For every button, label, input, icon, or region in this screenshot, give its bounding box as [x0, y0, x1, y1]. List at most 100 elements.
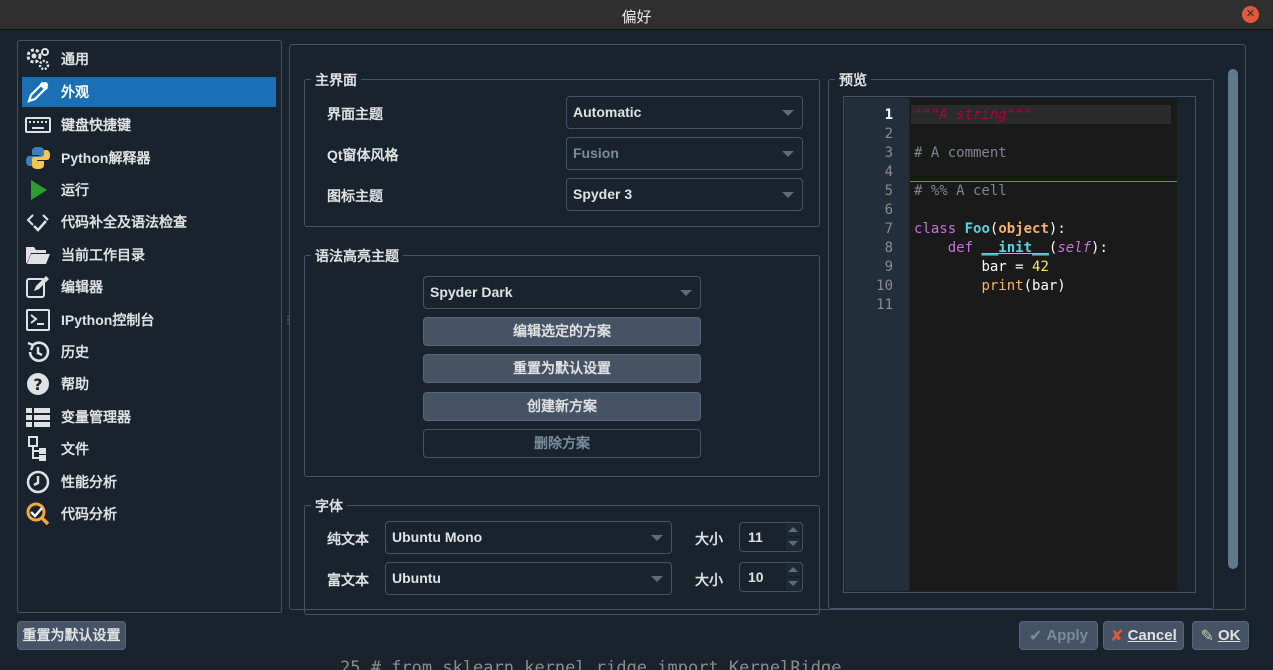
svg-text:?: ? — [33, 375, 42, 394]
sidebar-item-ipython-console[interactable]: IPython控制台 — [22, 305, 276, 335]
spin-down-icon[interactable] — [786, 578, 800, 590]
sidebar-item-label: 代码补全及语法检查 — [61, 214, 187, 230]
spin-up-icon[interactable] — [786, 564, 800, 576]
gears-icon — [25, 46, 51, 72]
python-icon — [25, 145, 51, 171]
sidebar-item-label: 当前工作目录 — [61, 247, 145, 263]
title-bar: 偏好 ✕ — [0, 0, 1273, 30]
sidebar-item-appearance[interactable]: 外观 — [22, 77, 276, 107]
splitter-handle[interactable]: ⋮ — [283, 315, 293, 331]
history-icon — [25, 339, 51, 365]
create-scheme-button[interactable]: 创建新方案 — [423, 392, 701, 421]
code-line-comment: # A comment — [914, 145, 1007, 161]
code-args: (bar) — [1023, 278, 1066, 294]
sidebar-item-files[interactable]: 文件 — [22, 434, 276, 464]
help-icon: ? — [25, 371, 51, 397]
close-icon[interactable]: ✕ — [1242, 6, 1259, 23]
sidebar-item-run[interactable]: 运行 — [22, 175, 276, 205]
code-keyword: def — [947, 240, 974, 256]
icon-theme-select[interactable]: Spyder 3 — [566, 178, 803, 211]
syntax-theme-group: 语法高亮主题 Spyder Dark 编辑选定的方案 重置为默认设置 创建新方案… — [304, 246, 820, 477]
sidebar-item-label: 代码分析 — [61, 506, 117, 522]
qt-style-select: Fusion — [566, 137, 803, 170]
sidebar-item-code-analysis[interactable]: 代码分析 — [22, 499, 276, 529]
spin-down-icon[interactable] — [786, 538, 800, 550]
icon-theme-value: Spyder 3 — [573, 186, 633, 202]
chevron-down-icon — [782, 151, 794, 157]
sidebar-item-help[interactable]: ? 帮助 — [22, 369, 276, 399]
sidebar-item-label: 编辑器 — [61, 279, 103, 295]
sidebar-item-general[interactable]: 通用 — [22, 44, 276, 74]
code-line-string: """A string""" — [914, 107, 1033, 123]
cancel-icon: ✘ — [1110, 627, 1124, 645]
sidebar-item-profiler[interactable]: 性能分析 — [22, 467, 276, 497]
line-number: 9 — [884, 259, 893, 275]
sidebar-item-label: 性能分析 — [61, 474, 117, 490]
line-number: 7 — [884, 221, 893, 237]
sidebar-item-completion-linting[interactable]: 代码补全及语法检查 — [22, 207, 276, 237]
cancel-button[interactable]: ✘ Cancel — [1103, 621, 1184, 650]
plain-text-label: 纯文本 — [327, 531, 369, 547]
check-icon: ✔ — [1028, 627, 1043, 645]
code-line-def: def __init__(self): — [947, 240, 1108, 256]
code-class-name: Foo — [964, 221, 990, 237]
sidebar-item-editor[interactable]: 编辑器 — [22, 272, 276, 302]
line-number: 1 — [884, 107, 893, 123]
line-number: 6 — [884, 202, 893, 218]
code-line-print: print(bar) — [914, 278, 1066, 294]
icon-theme-label: 图标主题 — [327, 188, 383, 204]
code-line-class: class Foo(object): — [914, 221, 1066, 237]
sidebar-item-label: 变量管理器 — [61, 409, 131, 425]
delete-scheme-button: 删除方案 — [423, 429, 701, 458]
reset-defaults-button[interactable]: 重置为默认设置 — [17, 621, 126, 650]
table-list-icon — [25, 404, 51, 430]
rich-size-value: 10 — [748, 569, 764, 585]
sidebar-item-label: 通用 — [61, 51, 89, 67]
sidebar-item-label: 帮助 — [61, 376, 89, 392]
window-title: 偏好 — [621, 9, 652, 26]
edit-icon — [25, 274, 51, 300]
chevron-down-icon — [680, 290, 692, 296]
code-check-icon — [25, 209, 51, 235]
folder-open-icon — [25, 242, 51, 268]
qt-style-label: Qt窗体风格 — [327, 147, 399, 163]
line-number: 10 — [876, 278, 893, 294]
rich-font-select[interactable]: Ubuntu — [385, 562, 672, 595]
preferences-scrollbar[interactable] — [1225, 69, 1241, 599]
fonts-group: 字体 纯文本 Ubuntu Mono 大小 11 富文本 Ubuntu 大小 1… — [304, 496, 820, 615]
scrollbar-thumb[interactable] — [1228, 69, 1238, 569]
code-analysis-icon — [25, 501, 51, 527]
line-number-gutter: 1 2 3 4 5 6 7 8 9 10 11 — [845, 98, 909, 591]
sidebar-item-label: 运行 — [61, 182, 89, 198]
rich-size-label: 大小 — [695, 572, 723, 588]
code-self: self — [1057, 240, 1092, 256]
rich-size-spinbox[interactable]: 10 — [739, 562, 803, 592]
chevron-down-icon — [651, 535, 663, 541]
code-area[interactable]: """A string""" # A comment # %% A cell c… — [910, 98, 1177, 591]
edit-scheme-button[interactable]: 编辑选定的方案 — [423, 317, 701, 346]
code-keyword: class — [914, 221, 957, 237]
rich-font-value: Ubuntu — [392, 570, 441, 586]
syntax-scheme-select[interactable]: Spyder Dark — [423, 276, 701, 309]
code-op: = — [1006, 259, 1033, 275]
sidebar-item-history[interactable]: 历史 — [22, 337, 276, 367]
preview-editor[interactable]: 1 2 3 4 5 6 7 8 9 10 11 """A string""" #… — [843, 96, 1196, 593]
plain-size-spinbox[interactable]: 11 — [739, 522, 803, 552]
spin-up-icon[interactable] — [786, 524, 800, 536]
eyedropper-icon — [25, 79, 51, 105]
sidebar-item-shortcuts[interactable]: 键盘快捷键 — [22, 110, 276, 140]
ok-button[interactable]: ✎ OK — [1192, 621, 1249, 650]
reset-scheme-button[interactable]: 重置为默认设置 — [423, 354, 701, 383]
line-number: 3 — [884, 145, 893, 161]
apply-button: ✔ Apply — [1019, 621, 1098, 650]
sidebar-item-variable-explorer[interactable]: 变量管理器 — [22, 402, 276, 432]
sidebar-item-label: 键盘快捷键 — [61, 117, 131, 133]
plain-font-select[interactable]: Ubuntu Mono — [385, 521, 672, 554]
code-line-assign: bar = 42 — [914, 259, 1048, 275]
group-title: 字体 — [311, 496, 347, 516]
sidebar-item-python-interpreter[interactable]: Python解释器 — [22, 143, 276, 173]
chevron-down-icon — [782, 192, 794, 198]
ui-theme-select[interactable]: Automatic — [566, 96, 803, 129]
sidebar-item-working-directory[interactable]: 当前工作目录 — [22, 240, 276, 270]
ui-theme-label: 界面主题 — [327, 106, 383, 122]
